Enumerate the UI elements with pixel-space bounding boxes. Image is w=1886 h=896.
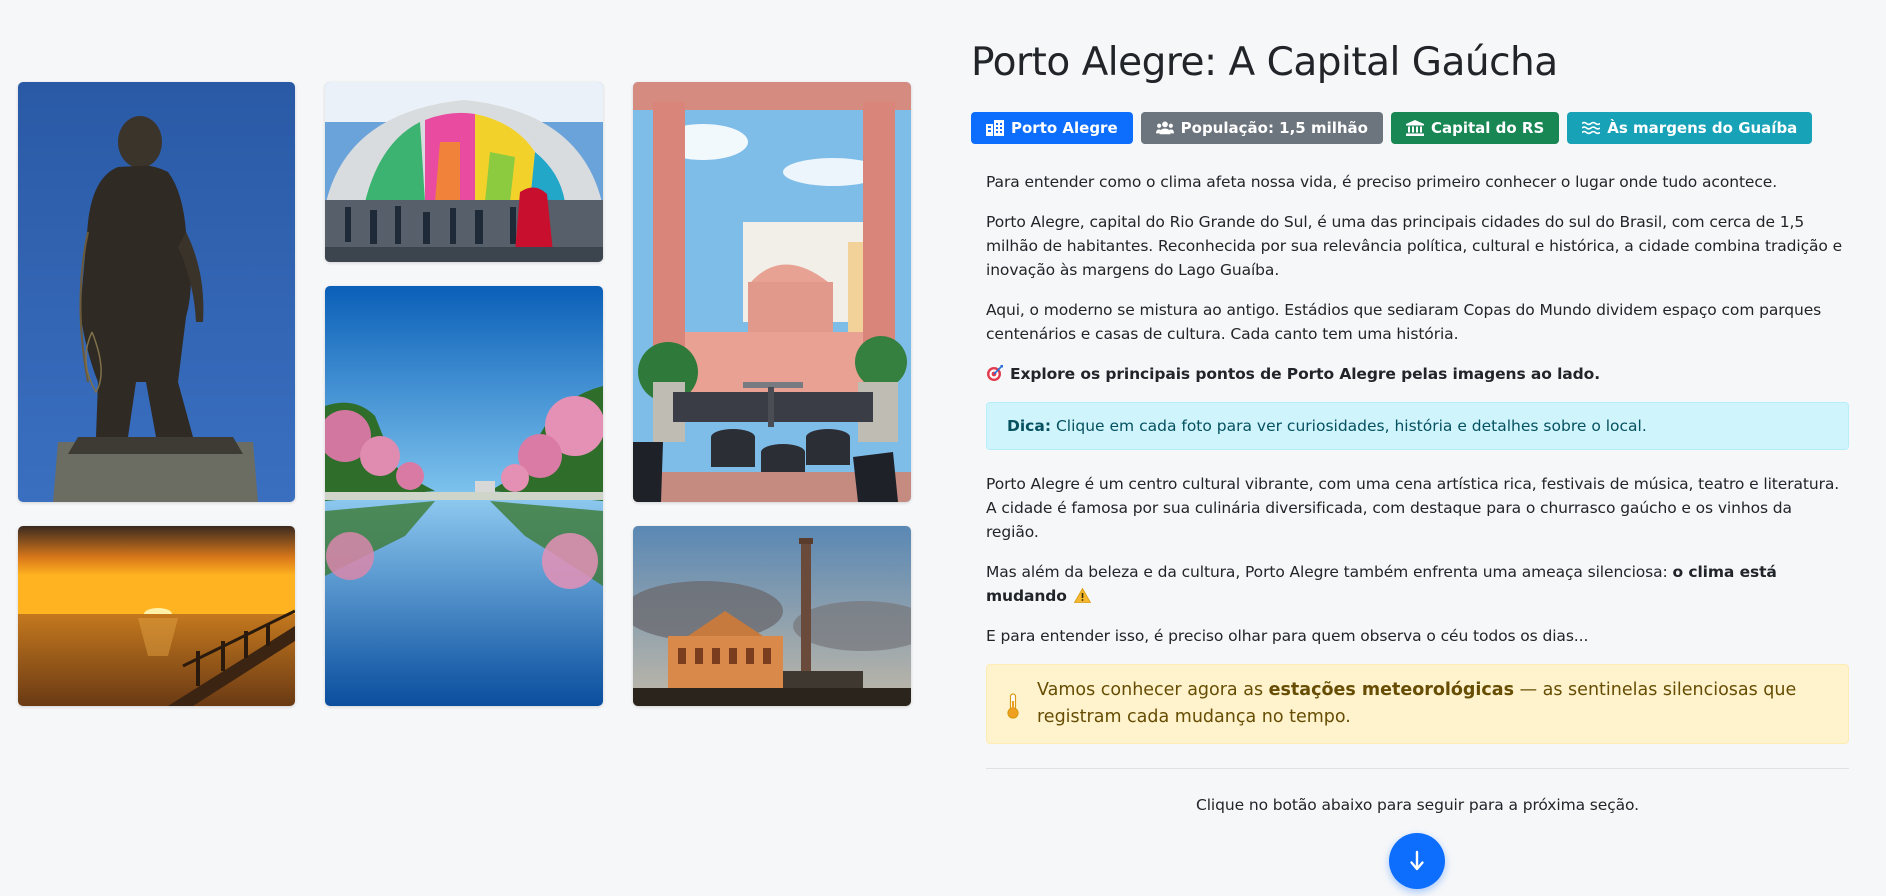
badge-water-label: Às margens do Guaíba bbox=[1607, 118, 1798, 137]
statue-photo[interactable] bbox=[18, 82, 295, 502]
stadium-photo[interactable] bbox=[325, 82, 603, 262]
badge-capital-label: Capital do RS bbox=[1430, 118, 1545, 137]
badge-population: População: 1,5 milhão bbox=[1140, 111, 1383, 144]
rooftop-terrace-photo[interactable] bbox=[633, 82, 911, 502]
modern-paragraph: Aqui, o moderno se mistura ao antigo. Es… bbox=[986, 300, 1822, 343]
thermometer-icon bbox=[1007, 693, 1019, 719]
badge-city: Porto Alegre bbox=[971, 111, 1133, 144]
alert-text-prefix: Vamos conhecer agora as bbox=[1037, 679, 1269, 700]
text-body: Para entender como o clima afeta nossa v… bbox=[971, 170, 1849, 817]
explore-line: Explore os principais pontos de Porto Al… bbox=[986, 362, 1849, 386]
climate-text: Mas além da beleza e da cultura, Porto A… bbox=[986, 562, 1673, 581]
badge-water: Às margens do Guaíba bbox=[1567, 111, 1813, 144]
stations-alert: Vamos conhecer agora as estações meteoro… bbox=[986, 663, 1849, 744]
explore-text: Explore os principais pontos de Porto Al… bbox=[1010, 364, 1600, 383]
tip-alert: Dica: Clique em cada foto para ver curio… bbox=[986, 401, 1849, 450]
alert-emphasis: estações meteorológicas bbox=[1268, 679, 1515, 700]
city-icon bbox=[986, 119, 1004, 136]
badge-row: Porto Alegre População: 1,5 milhão Capit… bbox=[971, 111, 1849, 144]
badge-capital: Capital do RS bbox=[1390, 111, 1560, 144]
arrow-down-icon bbox=[1410, 850, 1424, 871]
badge-population-label: População: 1,5 milhão bbox=[1180, 118, 1368, 137]
target-icon bbox=[987, 364, 1003, 381]
chimney-building-photo[interactable] bbox=[633, 526, 911, 706]
climate-paragraph: Mas além da beleza e da cultura, Porto A… bbox=[986, 560, 1849, 608]
main-content: Porto Alegre: A Capital Gaúcha Porto Ale… bbox=[971, 40, 1849, 833]
observe-paragraph: E para entender isso, é preciso olhar pa… bbox=[986, 626, 1589, 645]
park-reflection-photo[interactable] bbox=[325, 286, 603, 706]
page-title: Porto Alegre: A Capital Gaúcha bbox=[971, 40, 1558, 85]
landmark-icon bbox=[1405, 119, 1424, 136]
about-paragraph: Porto Alegre, capital do Rio Grande do S… bbox=[986, 212, 1843, 279]
water-icon bbox=[1582, 121, 1601, 135]
warning-icon bbox=[1073, 587, 1091, 603]
photo-gallery bbox=[18, 82, 911, 706]
intro-paragraph: Para entender como o clima afeta nossa v… bbox=[986, 172, 1778, 191]
divider bbox=[986, 767, 1849, 769]
culture-paragraph: Porto Alegre é um centro cultural vibran… bbox=[986, 474, 1840, 541]
badge-city-label: Porto Alegre bbox=[1011, 118, 1118, 137]
tip-label: Dica: bbox=[1007, 416, 1052, 435]
sunset-lake-photo[interactable] bbox=[18, 526, 295, 706]
next-hint: Clique no botão abaixo para seguir para … bbox=[1196, 795, 1639, 814]
next-section-button[interactable] bbox=[1389, 833, 1445, 889]
users-icon bbox=[1155, 121, 1174, 135]
tip-text: Clique em cada foto para ver curiosidade… bbox=[1051, 416, 1647, 435]
